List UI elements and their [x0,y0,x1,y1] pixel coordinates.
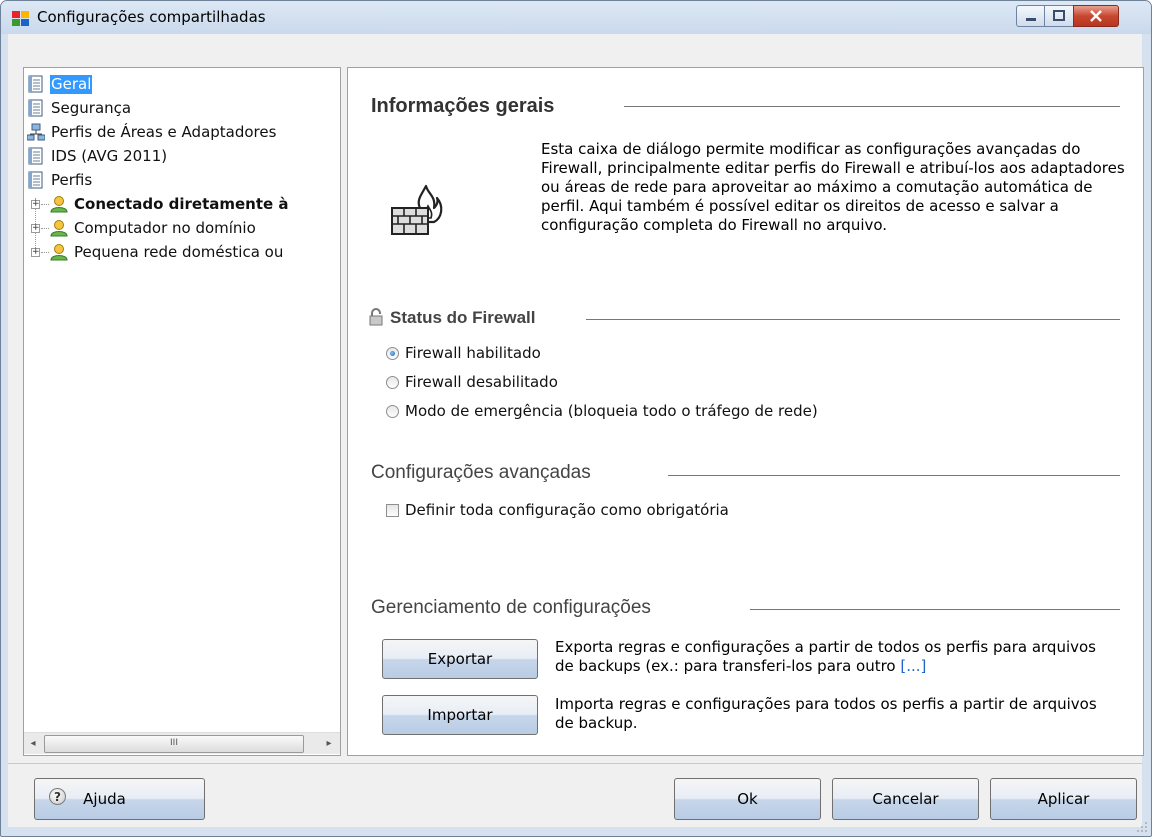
tree-item-perfis-areas[interactable]: Perfis de Áreas e Adaptadores [27,121,277,143]
settings-tree[interactable]: Geral Segurança Perfis de Áreas e Adapta… [23,67,341,756]
checkbox[interactable] [386,503,399,517]
tree-connector [41,252,49,253]
tree-item-label: Perfis [51,170,93,189]
apply-button-label: Aplicar [1037,790,1090,808]
scroll-thumb[interactable]: III [44,735,304,753]
radio-button[interactable] [386,404,399,418]
cancel-button-label: Cancelar [872,790,939,808]
expand-toggle[interactable]: + [31,224,40,233]
tree-item-ids[interactable]: IDS (AVG 2011) [27,145,168,167]
general-info-description: Esta caixa de diálogo permite modificar … [541,140,1125,234]
help-button[interactable]: ? Ajuda [34,778,205,820]
tree-item-seguranca[interactable]: Segurança [27,97,132,119]
apply-button[interactable]: Aplicar [990,778,1137,820]
close-button[interactable] [1073,5,1119,27]
general-info-title: Informações gerais [371,95,555,117]
tree-item-label: Pequena rede doméstica ou [74,242,284,261]
user-icon [50,196,68,213]
advanced-settings-title: Configurações avançadas [371,462,591,483]
tree-item-label: Conectado diretamente à [74,194,289,213]
scroll-left-arrow[interactable]: ◂ [24,733,42,754]
close-icon [1090,10,1102,22]
tree-item-pequena-rede[interactable]: Pequena rede doméstica ou [50,241,284,263]
resize-grip-icon[interactable] [1136,821,1148,833]
import-button[interactable]: Importar [382,695,538,735]
maximize-button[interactable] [1044,5,1074,27]
checkbox-label: Definir toda configuração como obrigatór… [405,501,729,519]
lock-icon [369,308,383,326]
export-more-link[interactable]: [...] [900,657,926,675]
export-button-label: Exportar [427,650,493,668]
footer-divider [8,763,1142,764]
section-divider [586,319,1120,320]
settings-content-panel: Informações gerais Esta caixa de diálogo… [347,67,1144,756]
document-icon [28,147,43,165]
section-divider [668,475,1120,476]
tree-connector [41,228,49,229]
export-description-text: Exporta regras e configurações a partir … [555,638,1096,675]
tree-item-geral[interactable]: Geral [27,73,93,95]
help-button-label: Ajuda [83,790,126,808]
document-icon [28,171,43,189]
section-divider [750,609,1120,610]
maximize-icon [1053,10,1065,21]
radio-label: Firewall habilitado [405,344,541,362]
user-icon [50,220,68,237]
title-bar[interactable]: Configurações compartilhadas [1,1,1151,34]
expand-toggle[interactable]: + [31,248,40,257]
import-description: Importa regras e configurações para todo… [555,695,1097,732]
document-icon [28,99,43,117]
import-button-label: Importar [427,706,493,724]
window-title: Configurações compartilhadas [37,8,266,26]
firewall-icon [391,184,443,235]
tree-item-label: IDS (AVG 2011) [51,146,168,165]
radio-label: Modo de emergência (bloqueia todo o tráf… [405,402,818,420]
settings-management-title: Gerenciamento de configurações [371,597,651,618]
avg-app-icon [12,11,29,26]
tree-item-conectado[interactable]: Conectado diretamente à [50,193,290,215]
network-icon [27,123,45,141]
radio-button[interactable] [386,346,399,360]
scroll-right-arrow[interactable]: ▸ [320,733,338,754]
firewall-status-title: Status do Firewall [390,308,536,327]
radio-button[interactable] [386,375,399,389]
radio-firewall-disabled[interactable]: Firewall desabilitado [386,373,558,391]
radio-emergency-mode[interactable]: Modo de emergência (bloqueia todo o tráf… [386,402,818,420]
ok-button[interactable]: Ok [674,778,821,820]
section-divider [624,106,1120,107]
radio-firewall-enabled[interactable]: Firewall habilitado [386,344,541,362]
cancel-button[interactable]: Cancelar [832,778,979,820]
minimize-icon [1026,18,1036,21]
tree-item-perfis[interactable]: Perfis [27,169,93,191]
user-icon [50,244,68,261]
tree-item-label: Segurança [51,98,132,117]
ok-button-label: Ok [737,790,758,808]
tree-connector [41,204,49,205]
tree-item-label: Perfis de Áreas e Adaptadores [51,122,277,141]
tree-item-label: Geral [50,74,93,94]
minimize-button[interactable] [1016,5,1046,27]
export-description: Exporta regras e configurações a partir … [555,638,1115,676]
export-button[interactable]: Exportar [382,639,538,679]
mandatory-settings-checkbox-row[interactable]: Definir toda configuração como obrigatór… [386,501,729,519]
document-icon [28,75,43,93]
tree-item-label: Computador no domínio [74,218,256,237]
expand-toggle[interactable]: + [31,200,40,209]
tree-item-computador[interactable]: Computador no domínio [50,217,257,239]
tree-horizontal-scrollbar[interactable]: ◂ III ▸ [24,732,340,754]
radio-label: Firewall desabilitado [405,373,558,391]
